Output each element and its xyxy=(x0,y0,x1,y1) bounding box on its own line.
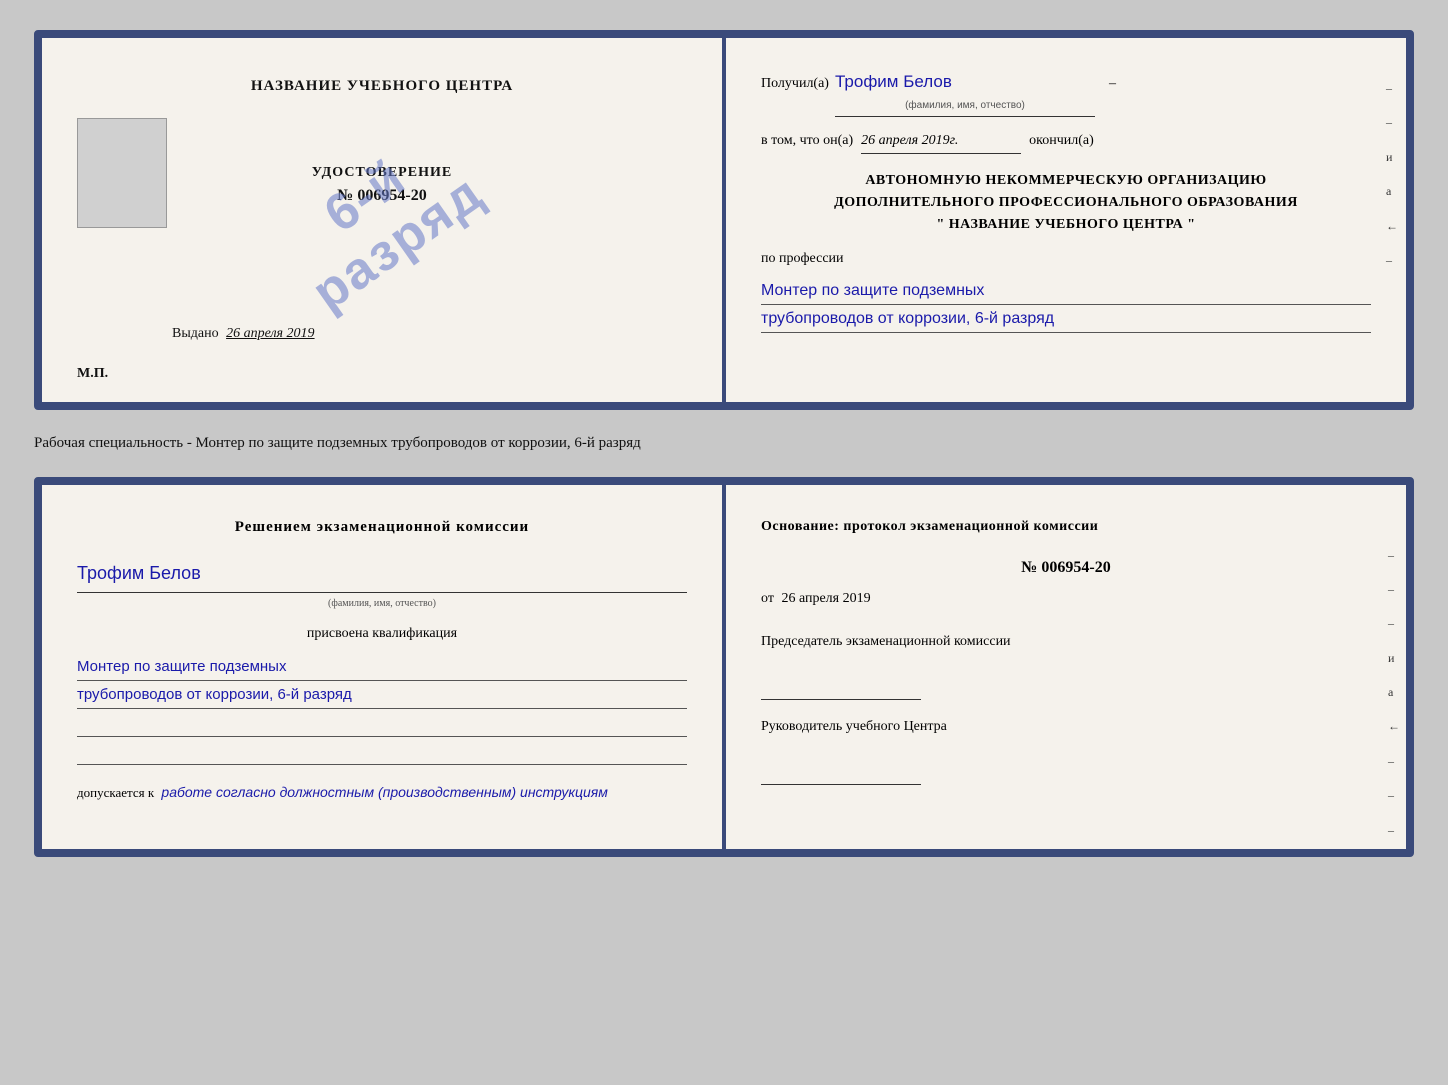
org-block: АВТОНОМНУЮ НЕКОММЕРЧЕСКУЮ ОРГАНИЗАЦИЮ ДО… xyxy=(761,170,1371,237)
profession-label: по профессии xyxy=(761,247,1371,271)
diagonal-stamp: 6-й разряд xyxy=(270,118,494,323)
bottom-person-sublabel: (фамилия, имя, отчество) xyxy=(77,595,687,612)
date-value: 26 апреля 2019г. xyxy=(861,129,1021,154)
middle-specialty-text: Рабочая специальность - Монтер по защите… xyxy=(34,428,1414,459)
recipient-prefix: Получил(а) xyxy=(761,72,829,96)
assigned-label: присвоена квалификация xyxy=(77,622,687,646)
qualification-line1: Монтер по защите подземных xyxy=(77,653,687,681)
right-side-marks-top: – – и а ← – xyxy=(1386,78,1398,270)
org-line2: ДОПОЛНИТЕЛЬНОГО ПРОФЕССИОНАЛЬНОГО ОБРАЗО… xyxy=(761,192,1371,214)
recipient-sublabel: (фамилия, имя, отчество) xyxy=(835,97,1095,114)
director-block: Руководитель учебного Центра xyxy=(761,716,1371,785)
issued-prefix: Выдано xyxy=(172,326,219,341)
profession-value-line1: Монтер по защите подземных xyxy=(761,277,1371,305)
bottom-doc-right: Основание: протокол экзаменационной коми… xyxy=(726,485,1406,849)
blank-line-2 xyxy=(77,741,687,765)
top-doc-right: Получил(а) Трофим Белов (фамилия, имя, о… xyxy=(726,38,1406,402)
chairman-sig-line xyxy=(761,682,921,700)
org-line1: АВТОНОМНУЮ НЕКОММЕРЧЕСКУЮ ОРГАНИЗАЦИЮ xyxy=(761,170,1371,192)
bottom-document: Решением экзаменационной комиссии Трофим… xyxy=(34,477,1414,857)
bottom-person-block: Трофим Белов (фамилия, имя, отчество) xyxy=(77,558,687,612)
date-suffix: окончил(а) xyxy=(1029,129,1094,153)
org-name: " НАЗВАНИЕ УЧЕБНОГО ЦЕНТРА " xyxy=(761,214,1371,236)
date-prefix: в том, что он(а) xyxy=(761,129,853,153)
cert-number: № 006954-20 xyxy=(337,187,426,205)
recipient-line: Получил(а) Трофим Белов (фамилия, имя, о… xyxy=(761,68,1371,117)
right-side-marks-bottom: – – – и а ← – – – xyxy=(1388,545,1400,841)
school-title-top: НАЗВАНИЕ УЧЕБНОГО ЦЕНТРА xyxy=(251,78,513,95)
chairman-block: Председатель экзаменационной комиссии xyxy=(761,631,1371,700)
protocol-number: № 006954-20 xyxy=(761,554,1371,581)
recipient-name: Трофим Белов (фамилия, имя, отчество) xyxy=(835,68,1095,117)
top-doc-left: НАЗВАНИЕ УЧЕБНОГО ЦЕНТРА УДОСТОВЕРЕНИЕ №… xyxy=(42,38,722,402)
allowed-block: допускается к работе согласно должностны… xyxy=(77,781,687,805)
cert-label: УДОСТОВЕРЕНИЕ xyxy=(312,165,452,181)
mp-label: М.П. xyxy=(77,366,108,382)
from-prefix: от xyxy=(761,591,774,606)
director-sig-line xyxy=(761,767,921,785)
director-title: Руководитель учебного Центра xyxy=(761,716,1371,737)
from-date-block: от 26 апреля 2019 xyxy=(761,587,1371,611)
issued-date-block: Выдано 26 апреля 2019 xyxy=(172,326,315,342)
commission-title: Решением экзаменационной комиссии xyxy=(77,515,687,541)
from-date-value: 26 апреля 2019 xyxy=(781,591,870,606)
qualification-line2: трубопроводов от коррозии, 6-й разряд xyxy=(77,681,687,709)
profession-value-line2: трубопроводов от коррозии, 6-й разряд xyxy=(761,305,1371,333)
issued-date-value: 26 апреля 2019 xyxy=(226,326,314,341)
photo-placeholder xyxy=(77,118,167,228)
bottom-doc-left: Решением экзаменационной комиссии Трофим… xyxy=(42,485,722,849)
basis-title: Основание: протокол экзаменационной коми… xyxy=(761,515,1371,539)
bottom-person-name: Трофим Белов xyxy=(77,558,687,593)
blank-line-1 xyxy=(77,713,687,737)
date-line: в том, что он(а) 26 апреля 2019г. окончи… xyxy=(761,129,1371,154)
allowed-prefix: допускается к xyxy=(77,785,154,800)
cert-block: УДОСТОВЕРЕНИЕ № 006954-20 xyxy=(312,165,452,205)
allowed-italic: работе согласно должностным (производств… xyxy=(161,784,607,800)
chairman-title: Председатель экзаменационной комиссии xyxy=(761,631,1371,652)
top-document: НАЗВАНИЕ УЧЕБНОГО ЦЕНТРА УДОСТОВЕРЕНИЕ №… xyxy=(34,30,1414,410)
